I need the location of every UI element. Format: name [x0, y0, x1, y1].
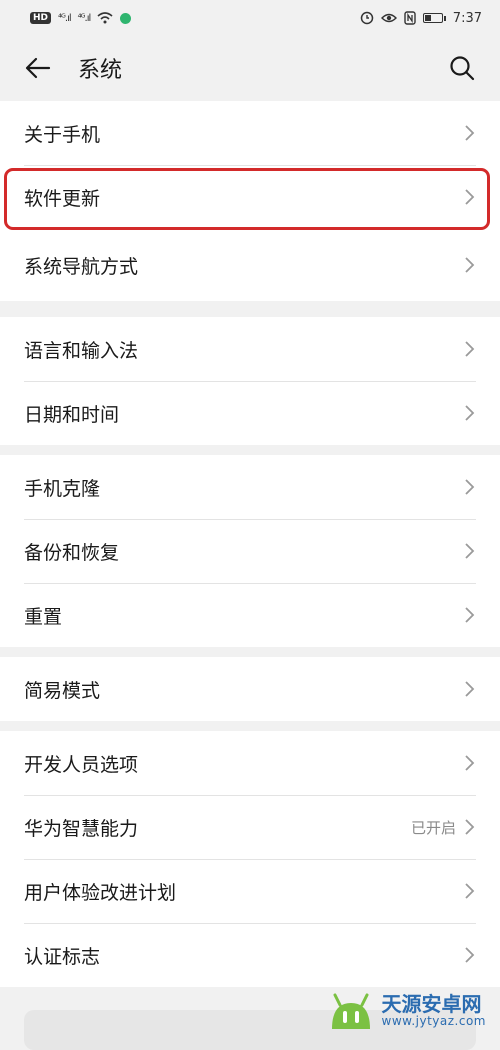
settings-item-label: 简易模式 — [24, 679, 101, 702]
chevron-right-icon — [465, 947, 475, 963]
notification-dot-icon — [120, 12, 132, 24]
settings-group-2: 语言和输入法 日期和时间 — [0, 317, 500, 445]
eye-icon — [380, 13, 397, 23]
settings-item-label: 华为智慧能力 — [24, 817, 139, 840]
settings-item-date-time[interactable]: 日期和时间 — [0, 381, 500, 445]
settings-item-certification-logos[interactable]: 认证标志 — [0, 923, 500, 987]
chevron-right-icon — [465, 405, 475, 421]
chevron-right-icon — [465, 543, 475, 559]
settings-group-5: 开发人员选项 华为智慧能力 已开启 用户体验改进计划 认证标志 — [0, 731, 500, 987]
settings-item-label: 认证标志 — [24, 945, 101, 968]
search-icon[interactable] — [448, 54, 476, 82]
settings-group-1: 关于手机 软件更新 系统导航方式 — [0, 101, 500, 301]
alarm-icon — [360, 11, 374, 25]
settings-item-label: 系统导航方式 — [24, 255, 139, 278]
settings-item-label: 语言和输入法 — [24, 339, 139, 362]
app-header: 系统 — [0, 36, 500, 100]
status-left: HD ⁴ᴳ.ıl ⁴ᴳ.ıl — [30, 12, 132, 24]
watermark-name: 天源安卓网 — [381, 992, 482, 1017]
page-title: 系统 — [78, 58, 123, 83]
settings-item-label: 备份和恢复 — [24, 541, 120, 564]
settings-item-label: 重置 — [24, 605, 63, 628]
watermark: 天源安卓网 www.jytyaz.com — [326, 991, 487, 1031]
settings-item-label: 关于手机 — [24, 123, 101, 146]
status-right: 7:37 — [360, 11, 482, 26]
settings-item-backup-restore[interactable]: 备份和恢复 — [0, 519, 500, 583]
watermark-url: www.jytyaz.com — [381, 1014, 486, 1029]
chevron-right-icon — [465, 125, 475, 141]
settings-item-reset[interactable]: 重置 — [0, 583, 500, 647]
settings-item-label: 开发人员选项 — [24, 753, 139, 776]
battery-icon — [422, 13, 446, 23]
watermark-text: 天源安卓网 www.jytyaz.com — [382, 994, 487, 1028]
clock-time: 7:37 — [452, 10, 482, 26]
hd-badge: HD — [30, 12, 52, 24]
settings-item-user-experience-program[interactable]: 用户体验改进计划 — [0, 859, 500, 923]
nfc-icon — [404, 11, 416, 25]
chevron-right-icon — [465, 189, 475, 205]
chevron-right-icon — [465, 819, 475, 835]
settings-item-status: 已开启 — [410, 818, 456, 837]
chevron-right-icon — [465, 681, 475, 697]
settings-item-huawei-smart-ability[interactable]: 华为智慧能力 已开启 — [0, 795, 500, 859]
settings-group-3: 手机克隆 备份和恢复 重置 — [0, 455, 500, 647]
chevron-right-icon — [465, 755, 475, 771]
settings-item-label: 手机克隆 — [24, 477, 101, 500]
chevron-right-icon — [465, 341, 475, 357]
signal-icon-2: ⁴ᴳ.ıl — [77, 12, 92, 24]
settings-item-label: 用户体验改进计划 — [24, 881, 177, 904]
settings-item-developer-options[interactable]: 开发人员选项 — [0, 731, 500, 795]
wifi-icon — [97, 12, 113, 24]
settings-item-about-phone[interactable]: 关于手机 — [0, 101, 500, 165]
chevron-right-icon — [465, 607, 475, 623]
settings-item-system-navigation[interactable]: 系统导航方式 — [0, 229, 500, 301]
signal-icon: ⁴ᴳ.ıl — [58, 12, 72, 24]
chevron-right-icon — [465, 257, 475, 273]
back-arrow-icon[interactable] — [24, 54, 52, 82]
chevron-right-icon — [465, 883, 475, 899]
chevron-right-icon — [465, 479, 475, 495]
settings-item-label: 软件更新 — [24, 187, 101, 210]
settings-item-software-update[interactable]: 软件更新 — [0, 165, 500, 229]
settings-item-language-input[interactable]: 语言和输入法 — [0, 317, 500, 381]
status-bar: HD ⁴ᴳ.ıl ⁴ᴳ.ıl 7:37 — [0, 0, 500, 36]
settings-group-4: 简易模式 — [0, 657, 500, 721]
settings-item-simple-mode[interactable]: 简易模式 — [0, 657, 500, 721]
android-logo-icon — [331, 993, 370, 1029]
settings-item-phone-clone[interactable]: 手机克隆 — [0, 455, 500, 519]
settings-item-label: 日期和时间 — [24, 403, 120, 426]
